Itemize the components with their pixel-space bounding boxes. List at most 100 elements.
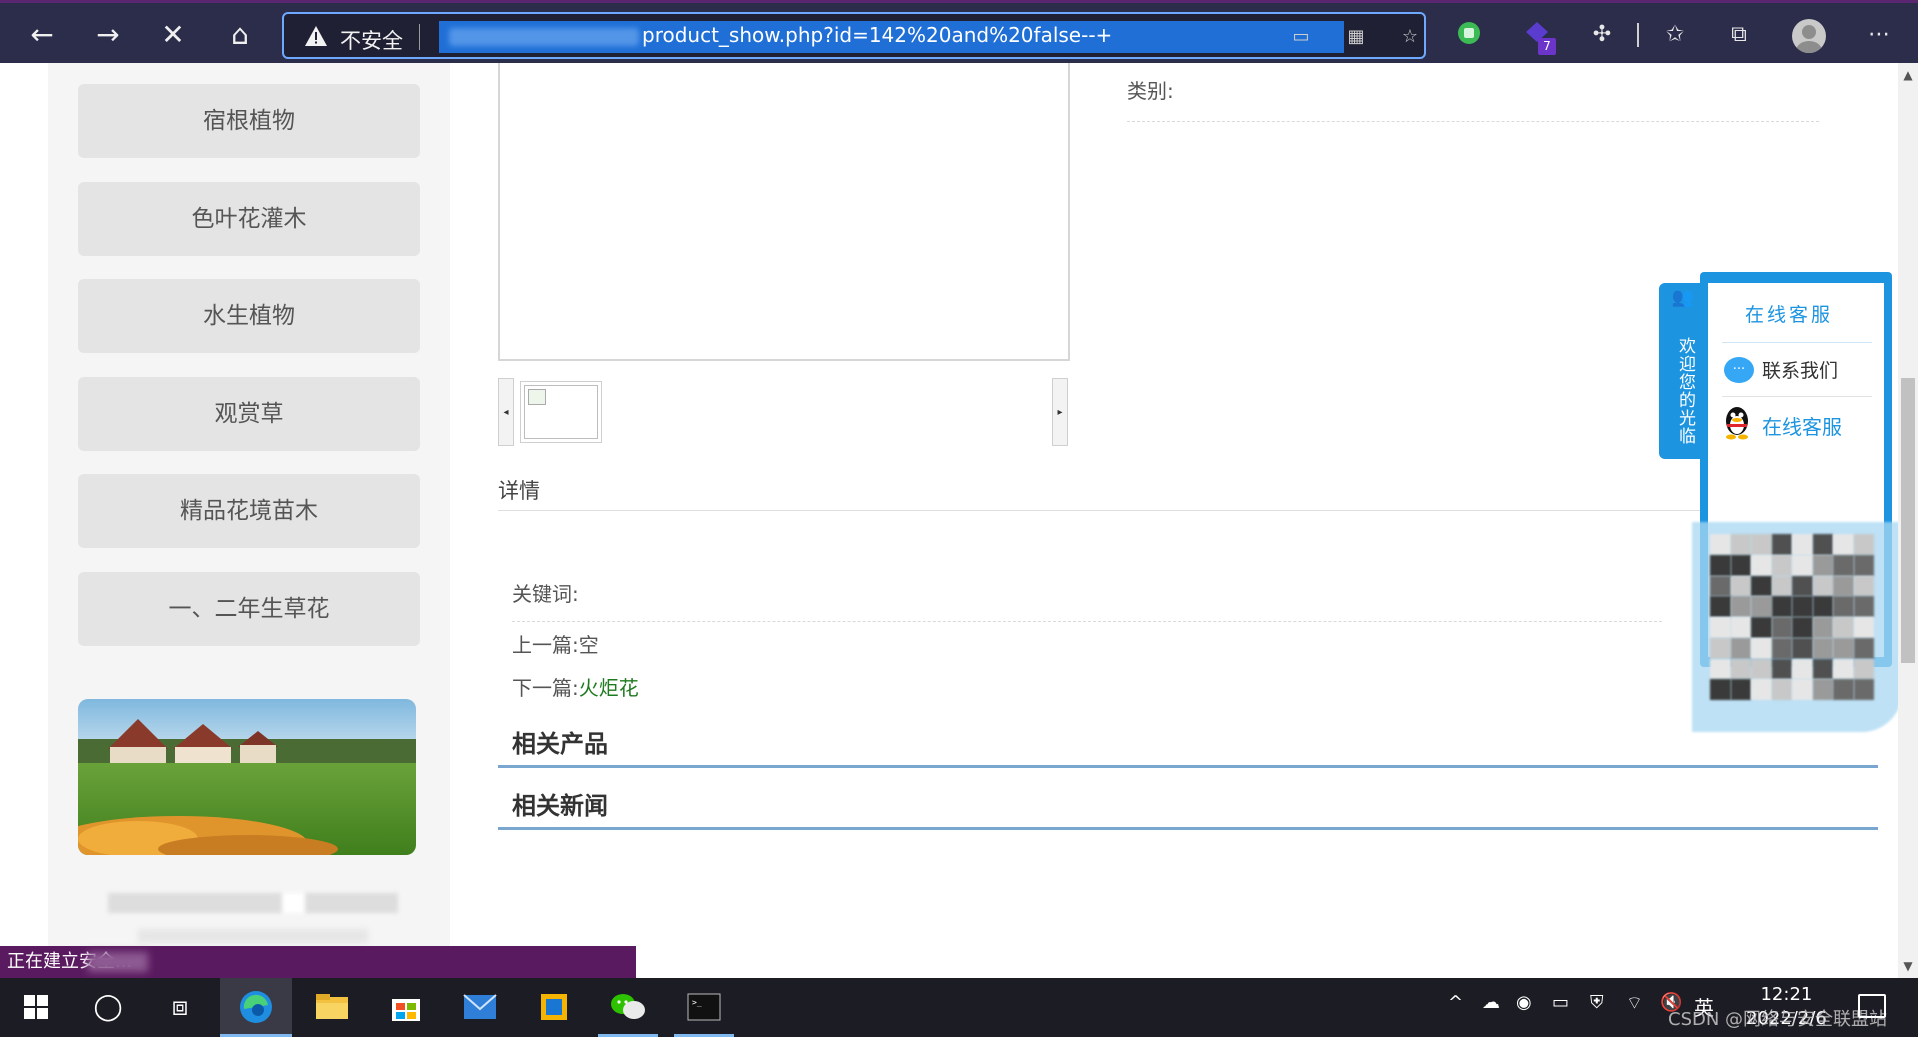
redacted-text	[138, 929, 368, 943]
favorites-icon[interactable]: ✩	[1660, 20, 1690, 50]
qr-pixel	[1771, 575, 1792, 597]
qr-pixel	[1771, 554, 1792, 576]
scroll-down-arrow[interactable]: ▼	[1898, 954, 1918, 978]
extension-green-icon[interactable]	[1454, 20, 1484, 50]
category-aquatic[interactable]: 水生植物	[78, 279, 420, 353]
forward-icon[interactable]: →	[88, 15, 128, 55]
toolbar-separator	[1637, 23, 1639, 47]
section-divider	[498, 765, 1878, 768]
category-border-seedlings[interactable]: 精品花境苗木	[78, 474, 420, 548]
mail-icon[interactable]	[444, 978, 516, 1037]
category-colored-shrubs[interactable]: 色叶花灌木	[78, 182, 420, 256]
windows-start-icon[interactable]	[0, 978, 72, 1037]
address-bar[interactable]: 不安全 product_show.php?id=142%20and%20fals…	[282, 12, 1426, 59]
thumbnail-image[interactable]	[520, 381, 602, 443]
extension-badge: 7	[1538, 38, 1556, 55]
qr-pixel	[1751, 596, 1772, 617]
url-text[interactable]: product_show.php?id=142%20and%20false--+	[642, 23, 1112, 47]
qr-pixel	[1853, 617, 1874, 638]
category-perennial[interactable]: 宿根植物	[78, 84, 420, 158]
qr-pixel	[1792, 534, 1813, 555]
qr-pixel	[1730, 596, 1751, 617]
terminal-icon[interactable]: >_	[668, 978, 740, 1037]
home-icon[interactable]: ⌂	[220, 15, 260, 55]
category-label: 类别:	[1127, 79, 1174, 103]
qr-pixel	[1730, 658, 1751, 680]
extensions-icon[interactable]: ✣	[1587, 20, 1617, 50]
onedrive-icon[interactable]: ☁	[1482, 992, 1500, 1013]
svg-text:>_: >_	[692, 998, 702, 1007]
qr-pixel	[1792, 575, 1813, 597]
qr-pixel	[1812, 534, 1833, 555]
qr-code	[1710, 534, 1874, 700]
qr-pixel	[1751, 637, 1772, 659]
thumb-prev-arrow[interactable]: ◂	[498, 378, 514, 446]
search-icon[interactable]: ◯	[72, 978, 144, 1037]
tray-overflow-icon[interactable]: ^	[1448, 992, 1463, 1013]
qr-pixel	[1812, 658, 1833, 680]
qr-pixel	[1751, 534, 1772, 555]
qr-pixel	[1853, 534, 1874, 555]
qr-pixel	[1853, 658, 1874, 680]
qr-pixel	[1751, 679, 1772, 700]
chrome-tray-icon[interactable]: ◉	[1516, 992, 1532, 1013]
qr-pixel	[1710, 637, 1731, 659]
scrollbar-thumb[interactable]	[1901, 378, 1915, 663]
thumb-next-arrow[interactable]: ▸	[1052, 378, 1068, 446]
add-favorite-icon[interactable]: ☆	[1398, 26, 1422, 48]
qr-pixel	[1833, 637, 1854, 659]
notification-icon[interactable]	[1858, 994, 1886, 1018]
related-news-title: 相关新闻	[512, 792, 608, 820]
file-explorer-icon[interactable]	[296, 978, 368, 1037]
qr-pixel	[1833, 617, 1854, 638]
divider	[512, 621, 1662, 622]
app-yellow-icon[interactable]	[518, 978, 590, 1037]
divider	[1127, 121, 1819, 122]
task-view-icon[interactable]: ⧈	[144, 978, 216, 1037]
qr-pixel	[1792, 637, 1813, 659]
browser-toolbar: ← → ✕ ⌂ 不安全 product_show.php?id=142%20an…	[0, 0, 1918, 63]
collections-icon[interactable]: ⧉	[1724, 20, 1754, 50]
app-available-icon[interactable]: ▭	[1289, 26, 1313, 48]
redacted-status	[88, 952, 148, 972]
next-article-link[interactable]: 火炬花	[579, 676, 639, 700]
security-shield-icon[interactable]: ⛨	[1590, 992, 1604, 1013]
qr-pixel	[1833, 596, 1854, 617]
back-icon[interactable]: ←	[22, 15, 62, 55]
prev-value: 空	[578, 633, 599, 657]
qr-pixel	[1812, 637, 1833, 659]
stop-loading-icon[interactable]: ✕	[153, 15, 193, 55]
qr-pixel	[1710, 554, 1731, 576]
battery-icon[interactable]: ▭	[1552, 992, 1569, 1013]
divider	[1722, 396, 1872, 397]
service-title: 在线客服	[1745, 304, 1834, 326]
garden-photo	[78, 699, 416, 855]
qr-pixel	[1771, 534, 1792, 555]
qq-penguin-icon	[1726, 407, 1748, 440]
qr-pixel	[1710, 617, 1731, 638]
qr-code-icon[interactable]: ▦	[1344, 26, 1368, 48]
category-ornamental-grass[interactable]: 观赏草	[78, 377, 420, 451]
microsoft-store-icon[interactable]	[370, 978, 442, 1037]
wechat-icon[interactable]	[592, 978, 664, 1037]
qr-pixel	[1771, 637, 1792, 659]
qr-pixel	[1792, 679, 1813, 700]
edge-taskbar-icon[interactable]	[220, 978, 292, 1037]
prev-label: 上一篇:	[512, 633, 579, 657]
scroll-up-arrow[interactable]: ▲	[1898, 63, 1918, 87]
security-status[interactable]: 不安全	[340, 25, 403, 55]
more-menu-icon[interactable]: ⋯	[1864, 20, 1894, 50]
qr-pixel	[1812, 617, 1833, 638]
qr-pixel	[1730, 534, 1751, 555]
profile-avatar[interactable]	[1792, 19, 1826, 53]
contact-us-link[interactable]: 联系我们	[1762, 356, 1838, 383]
qr-pixel	[1751, 554, 1772, 576]
wifi-icon[interactable]: ⌔	[1626, 992, 1643, 1015]
qr-pixel	[1710, 679, 1731, 700]
online-service-link[interactable]: 在线客服	[1762, 411, 1842, 440]
qr-pixel	[1710, 596, 1731, 617]
qr-pixel	[1751, 617, 1772, 638]
qr-pixel	[1751, 658, 1772, 680]
category-annual-biennial[interactable]: 一、二年生草花	[78, 572, 420, 646]
category-sidebar: 宿根植物 色叶花灌木 水生植物 观赏草 精品花境苗木 一、二年生草花	[48, 63, 450, 978]
